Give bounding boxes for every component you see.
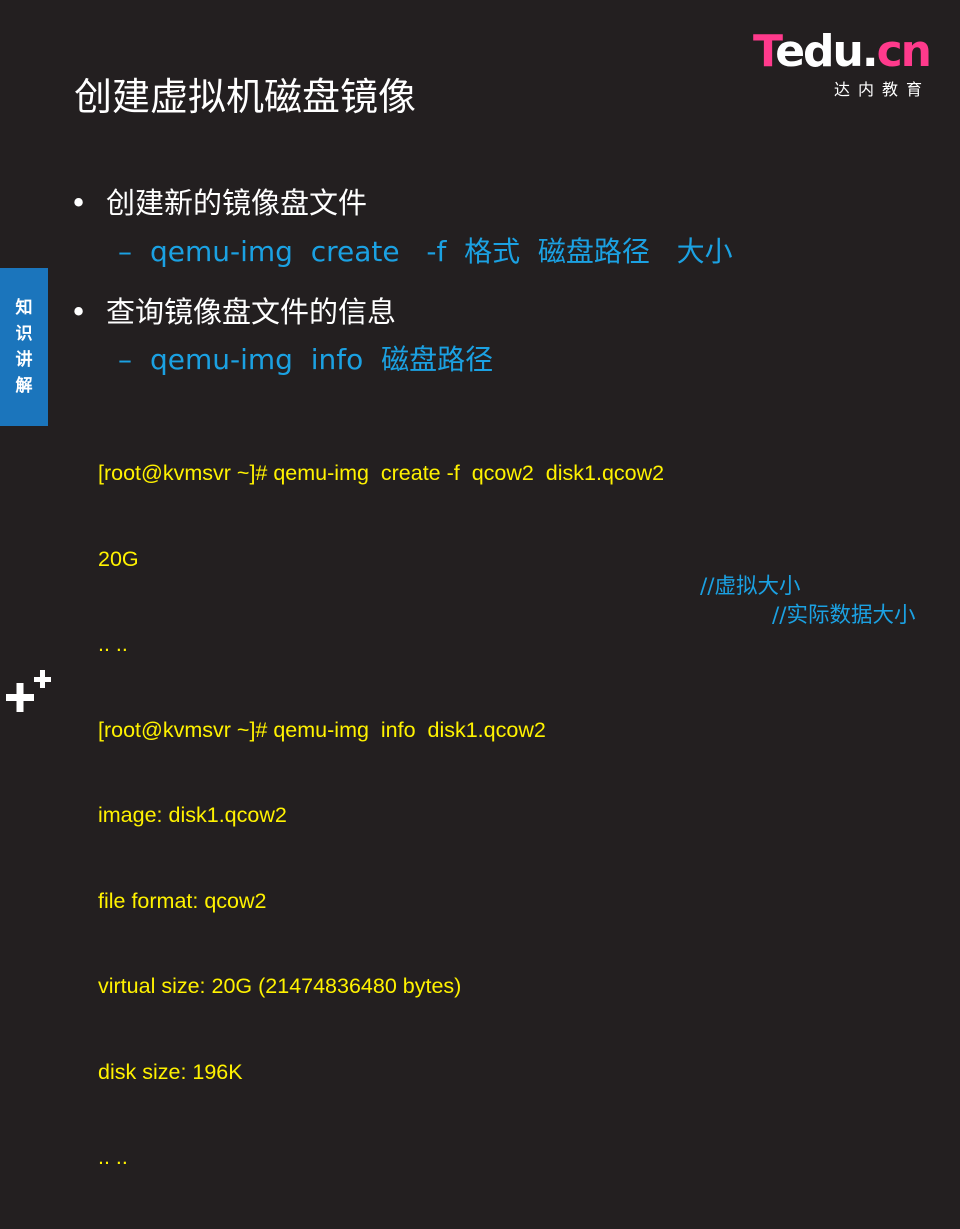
bullet-text: 查询镜像盘文件的信息 [106,295,397,329]
tab-char: 识 [15,324,33,344]
logo-cn: cn [876,26,932,77]
tab-char: 解 [15,376,33,396]
comment-virtual-size: //虚拟大小 [700,574,801,599]
bullet-text: 创建新的镜像盘文件 [106,186,368,220]
code-block: [root@kvmsvr ~]# qemu-img create -f qcow… [98,402,664,1229]
code-line: 20G [98,546,139,571]
comment-disk-size: //实际数据大小 [772,603,916,628]
sub-text: qemu-img info 磁盘路径 [150,343,494,376]
code-line: virtual size: 20G (21474836480 bytes) [98,974,462,998]
bullet-dot: • [70,295,88,329]
bullet-create: • 创建新的镜像盘文件 [70,183,367,223]
code-line: image: disk1.qcow2 [98,803,287,827]
code-line: [root@kvmsvr ~]# qemu-img create -f qcow… [98,461,665,485]
logo-wordmark: Tedu.cn [753,26,932,77]
sub-info-command: – qemu-img info 磁盘路径 [118,340,493,380]
slide-title: 创建虚拟机磁盘镜像 [74,75,417,119]
code-line: file format: qcow2 [98,888,267,913]
logo-subtitle: 达内教育 [833,82,930,99]
knowledge-tab: 知 识 讲 解 [0,268,48,426]
logo-edu: edu. [775,26,878,77]
code-line: disk size: 196K [98,1059,243,1084]
code-line: .. .. [98,632,128,656]
sub-create-command: – qemu-img create -f 格式 磁盘路径 大小 [118,232,733,272]
plus-plus-icon [6,670,51,712]
sub-text: qemu-img create -f 格式 磁盘路径 大小 [150,235,733,268]
tab-char: 知 [15,298,33,318]
code-line: .. .. [98,1145,128,1169]
logo-t: T [753,26,777,77]
tab-char: 讲 [15,350,33,370]
bullet-dot: • [70,186,88,220]
tedu-logo: Tedu.cn 达内教育 [750,26,932,100]
sub-dash: – [118,343,132,376]
slide: Tedu.cn 达内教育 创建虚拟机磁盘镜像 知 识 讲 解 • 创建新的镜像盘文… [0,0,960,1169]
sub-dash: – [118,235,132,268]
bullet-info: • 查询镜像盘文件的信息 [70,292,396,332]
